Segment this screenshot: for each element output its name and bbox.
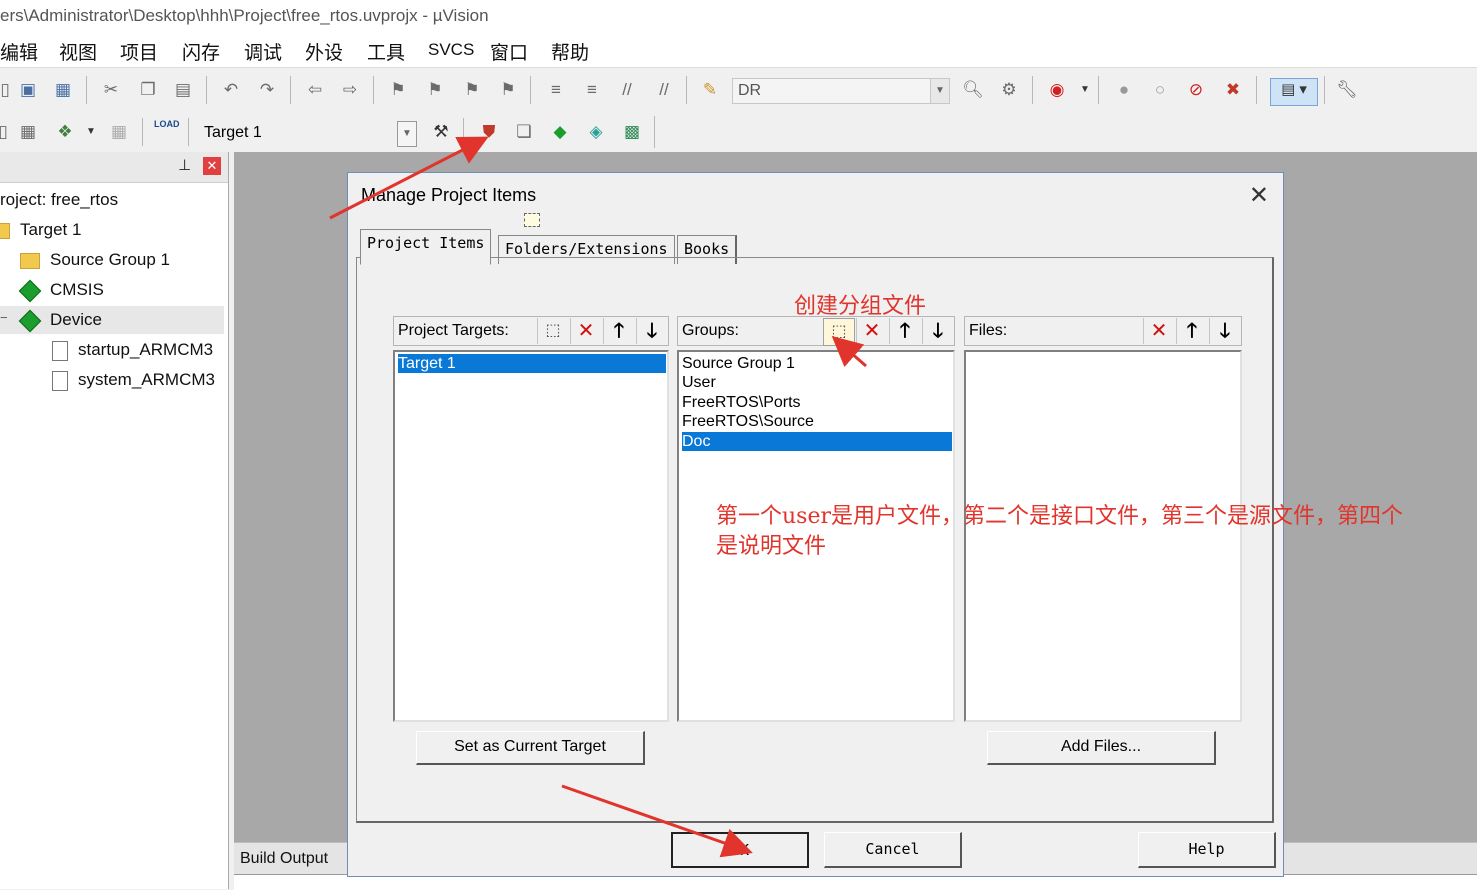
arrow-to-ok bbox=[561, 784, 753, 858]
arrow-to-new-group bbox=[831, 336, 867, 368]
arrow-to-manage-items bbox=[329, 136, 489, 220]
annotation-arrows bbox=[329, 136, 867, 858]
tab-project-items[interactable]: Project Items bbox=[360, 229, 492, 265]
